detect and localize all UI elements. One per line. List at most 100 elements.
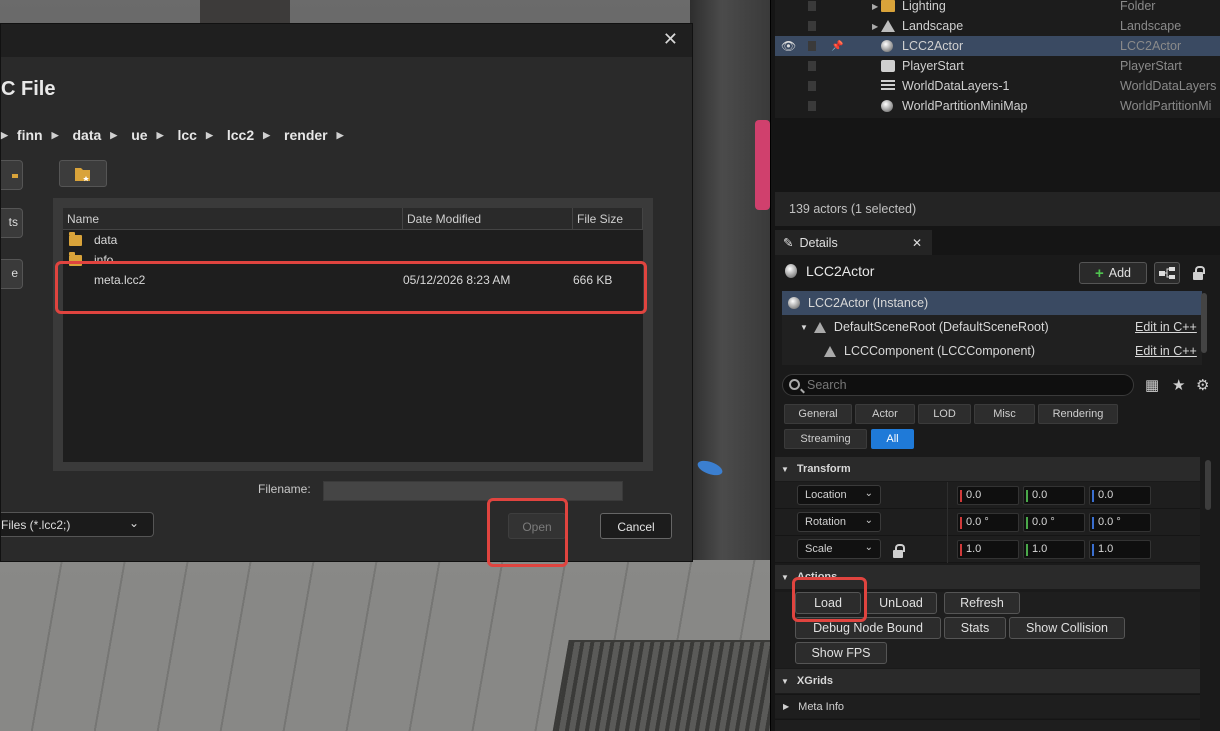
scale-dropdown[interactable]: Scale ⌄ xyxy=(797,539,881,559)
add-component-button[interactable]: + Add xyxy=(1079,262,1147,284)
outliner-row[interactable]: WorldDataLayers-1 WorldDataLayers xyxy=(775,76,1220,96)
expand-arrow-icon[interactable]: ▶ xyxy=(872,2,878,11)
value: 0.0 xyxy=(1098,489,1114,501)
document-icon xyxy=(808,41,816,51)
component-row[interactable]: LCC2Actor (Instance) xyxy=(782,291,1202,315)
axis-z-marker xyxy=(1092,517,1094,529)
filter-rendering[interactable]: Rendering xyxy=(1038,404,1118,424)
blueprint-button[interactable] xyxy=(1154,262,1180,284)
details-scrollbar[interactable] xyxy=(1205,460,1211,510)
component-row[interactable]: ▼ DefaultSceneRoot (DefaultSceneRoot) Ed… xyxy=(782,315,1202,339)
location-z-field[interactable]: 0.0 xyxy=(1089,486,1151,505)
edit-in-cpp-link[interactable]: Edit in C++ xyxy=(1135,320,1197,334)
outliner-row[interactable]: ▶ Lighting Folder xyxy=(775,0,1220,16)
rotation-y-field[interactable]: 0.0 ° xyxy=(1023,513,1085,532)
filter-misc[interactable]: Misc xyxy=(974,404,1035,424)
expand-arrow-icon[interactable]: ▶ xyxy=(872,22,878,31)
gear-icon[interactable]: ⚙ xyxy=(1196,376,1209,394)
sphere-icon xyxy=(881,100,893,112)
chevron-right-icon[interactable]: ▶ xyxy=(157,130,164,141)
file-row-folder[interactable]: data xyxy=(63,230,643,250)
section-xgrids[interactable]: ▼ XGrids xyxy=(775,669,1200,693)
column-header-name[interactable]: Name xyxy=(63,208,403,229)
filter-lod[interactable]: LOD xyxy=(918,404,971,424)
show-collision-button[interactable]: Show Collision xyxy=(1009,617,1125,639)
file-list[interactable]: Name Date Modified File Size data info m… xyxy=(63,208,643,462)
chevron-right-icon[interactable]: ▶ xyxy=(337,130,344,141)
stats-button[interactable]: Stats xyxy=(944,617,1006,639)
filter-streaming[interactable]: Streaming xyxy=(784,429,867,449)
section-transform[interactable]: ▼ Transform xyxy=(775,457,1200,481)
chevron-right-icon[interactable]: ▶ xyxy=(110,130,117,141)
side-nav-button[interactable]: e xyxy=(1,259,23,289)
property-label: Location xyxy=(805,489,847,501)
tab-label: Details xyxy=(799,235,838,250)
pin-icon[interactable]: 📌 xyxy=(831,41,843,52)
tab-details[interactable]: ✎ Details ✕ xyxy=(775,230,932,255)
outliner-row-selected[interactable]: 👁 📌 LCC2Actor LCC2Actor xyxy=(775,36,1220,56)
details-search-input[interactable]: Search xyxy=(782,374,1134,396)
outliner-item-name: PlayerStart xyxy=(902,59,964,73)
filter-all[interactable]: All xyxy=(871,429,914,449)
outliner-row[interactable]: WorldPartitionMiniMap WorldPartitionMi xyxy=(775,96,1220,116)
breadcrumb-item[interactable]: finn xyxy=(17,127,43,143)
breadcrumb-item[interactable]: lcc xyxy=(177,127,196,143)
axis-y-marker xyxy=(1026,544,1028,556)
lock-icon[interactable] xyxy=(1193,266,1205,280)
location-dropdown[interactable]: Location ⌄ xyxy=(797,485,881,505)
file-type-select[interactable]: Files (*.lcc2;) ⌄ xyxy=(1,512,154,537)
column-divider[interactable] xyxy=(947,482,948,563)
unload-button[interactable]: UnLoad xyxy=(865,592,937,614)
star-icon[interactable]: ★ xyxy=(1172,376,1185,394)
rotation-x-field[interactable]: 0.0 ° xyxy=(957,513,1019,532)
table-view-icon[interactable]: ▦ xyxy=(1145,376,1159,394)
outliner-row[interactable]: PlayerStart PlayerStart xyxy=(775,56,1220,76)
filename-input[interactable] xyxy=(323,481,623,501)
plus-icon: + xyxy=(1094,264,1104,282)
scale-y-field[interactable]: 1.0 xyxy=(1023,540,1085,559)
breadcrumb-item[interactable]: lcc2 xyxy=(227,127,254,143)
file-browser-panel: Name Date Modified File Size data info m… xyxy=(53,198,653,471)
breadcrumb-item[interactable]: render xyxy=(284,127,328,143)
breadcrumb-item[interactable]: data xyxy=(73,127,102,143)
side-nav-button[interactable]: ts xyxy=(1,208,23,238)
rotation-dropdown[interactable]: Rotation ⌄ xyxy=(797,512,881,532)
filter-actor[interactable]: Actor xyxy=(855,404,915,424)
show-fps-button[interactable]: Show FPS xyxy=(795,642,887,664)
outliner-row[interactable]: ▶ Landscape Landscape xyxy=(775,16,1220,36)
lock-icon[interactable] xyxy=(893,544,905,558)
refresh-button[interactable]: Refresh xyxy=(944,592,1020,614)
layers-icon xyxy=(881,80,895,92)
side-nav-button[interactable] xyxy=(1,160,23,190)
component-row[interactable]: LCCComponent (LCCComponent) Edit in C++ xyxy=(782,339,1202,363)
section-title: Meta Info xyxy=(798,700,845,713)
cancel-button[interactable]: Cancel xyxy=(600,513,672,539)
component-tree-scrollbar[interactable] xyxy=(1201,293,1207,353)
scale-z-field[interactable]: 1.0 xyxy=(1089,540,1151,559)
chevron-right-icon[interactable]: ▶ xyxy=(1,130,8,141)
eye-icon[interactable]: 👁 xyxy=(781,39,796,53)
chevron-right-icon[interactable]: ▶ xyxy=(263,130,270,141)
chevron-right-icon[interactable]: ▶ xyxy=(52,130,59,141)
new-folder-button[interactable] xyxy=(59,160,107,187)
close-icon[interactable]: ✕ xyxy=(663,29,678,50)
outliner-item-name: Lighting xyxy=(902,0,946,13)
folder-icon xyxy=(881,0,895,12)
breadcrumb-item[interactable]: ue xyxy=(131,127,147,143)
viewport-wall xyxy=(690,0,770,560)
rotation-z-field[interactable]: 0.0 ° xyxy=(1089,513,1151,532)
outliner-item-type: WorldPartitionMi xyxy=(1120,99,1212,113)
filter-general[interactable]: General xyxy=(784,404,852,424)
scale-x-field[interactable]: 1.0 xyxy=(957,540,1019,559)
edit-in-cpp-link[interactable]: Edit in C++ xyxy=(1135,344,1197,358)
column-header-size[interactable]: File Size xyxy=(573,208,643,229)
highlight-box-file xyxy=(55,261,647,314)
axis-x-marker xyxy=(960,544,962,556)
collapse-arrow-icon[interactable]: ▼ xyxy=(800,323,808,332)
location-x-field[interactable]: 0.0 xyxy=(957,486,1019,505)
chevron-right-icon[interactable]: ▶ xyxy=(206,130,213,141)
section-meta-info[interactable]: ▶ Meta Info xyxy=(775,694,1200,718)
column-header-date[interactable]: Date Modified xyxy=(403,208,573,229)
close-icon[interactable]: ✕ xyxy=(912,236,922,250)
location-y-field[interactable]: 0.0 xyxy=(1023,486,1085,505)
